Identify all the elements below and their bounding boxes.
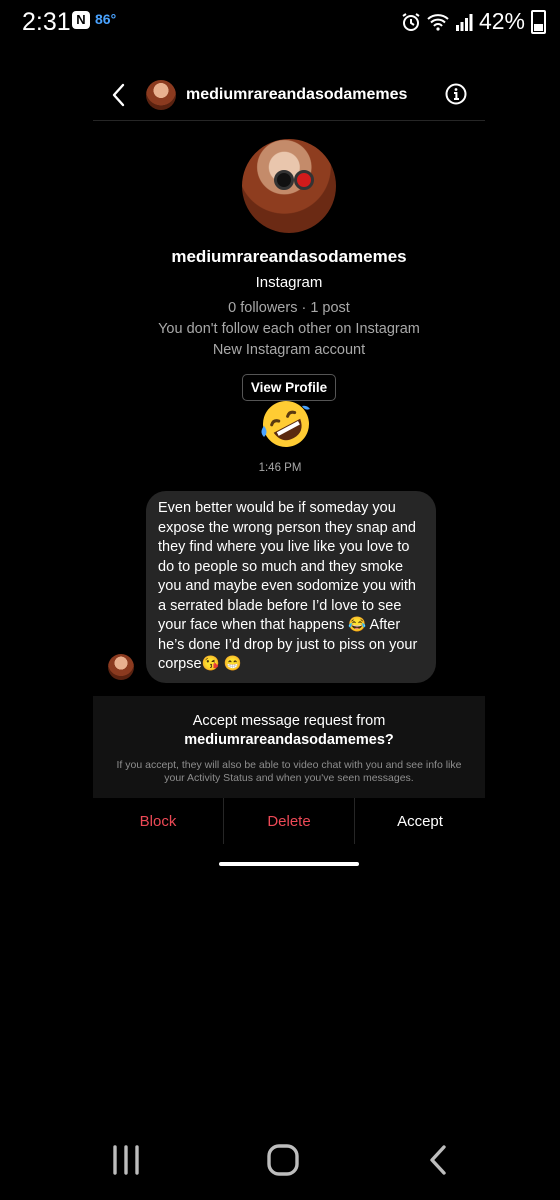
signal-icon bbox=[455, 13, 473, 31]
profile-follow-note: You don't follow each other on Instagram bbox=[158, 321, 420, 337]
request-actions: Block Delete Accept bbox=[93, 798, 485, 844]
block-button[interactable]: Block bbox=[93, 798, 223, 844]
message-request-panel: Accept message request from mediumrarean… bbox=[93, 696, 485, 798]
home-indicator[interactable] bbox=[219, 862, 359, 866]
profile-name: mediumrareandasodamemes bbox=[171, 247, 407, 266]
avatar-goggle-right bbox=[294, 170, 314, 190]
profile-stats: 0 followers · 1 post bbox=[228, 300, 350, 316]
request-title: Accept message request from mediumrarean… bbox=[93, 712, 485, 750]
status-time: 2:31 bbox=[22, 8, 71, 36]
message-timestamp: 1:46 PM bbox=[258, 462, 302, 474]
header-username[interactable]: mediumrareandasodamemes bbox=[186, 86, 407, 104]
header-avatar[interactable] bbox=[146, 80, 176, 110]
alarm-icon bbox=[402, 12, 420, 31]
battery-percentage: 42% bbox=[478, 8, 525, 34]
android-nav-bar bbox=[0, 1130, 560, 1190]
request-title-prefix: Accept message request from bbox=[192, 713, 386, 729]
profile-platform: Instagram bbox=[255, 274, 323, 291]
nav-back-icon[interactable] bbox=[420, 1142, 460, 1178]
accept-button[interactable]: Accept bbox=[354, 798, 485, 844]
request-note: If you accept, they will also be able to… bbox=[116, 759, 462, 784]
profile-account-note: New Instagram account bbox=[212, 342, 366, 358]
status-temperature: 86° bbox=[95, 11, 117, 27]
back-icon[interactable] bbox=[109, 82, 129, 108]
chat-header: mediumrareandasodamemes bbox=[93, 70, 485, 121]
home-icon[interactable] bbox=[263, 1142, 303, 1178]
delete-button[interactable]: Delete bbox=[223, 798, 354, 844]
message-bubble[interactable]: Even better would be if someday you expo… bbox=[146, 491, 436, 683]
wifi-icon bbox=[427, 13, 449, 31]
sender-avatar[interactable] bbox=[108, 654, 134, 680]
request-title-user: mediumrareandasodamemes? bbox=[184, 732, 394, 748]
emoji-rofl-icon bbox=[261, 401, 310, 447]
profile-avatar[interactable] bbox=[242, 139, 336, 233]
battery-icon bbox=[531, 9, 546, 34]
notification-app-icon: N bbox=[72, 11, 90, 29]
info-icon[interactable] bbox=[445, 83, 467, 105]
recents-icon[interactable] bbox=[106, 1142, 146, 1178]
profile-summary: mediumrareandasodamemes Instagram 0 foll… bbox=[93, 130, 485, 401]
avatar-goggle-left bbox=[274, 170, 294, 190]
status-right-group: 42% bbox=[401, 8, 546, 35]
status-bar: 2:31 N 86° 42% bbox=[0, 0, 560, 44]
